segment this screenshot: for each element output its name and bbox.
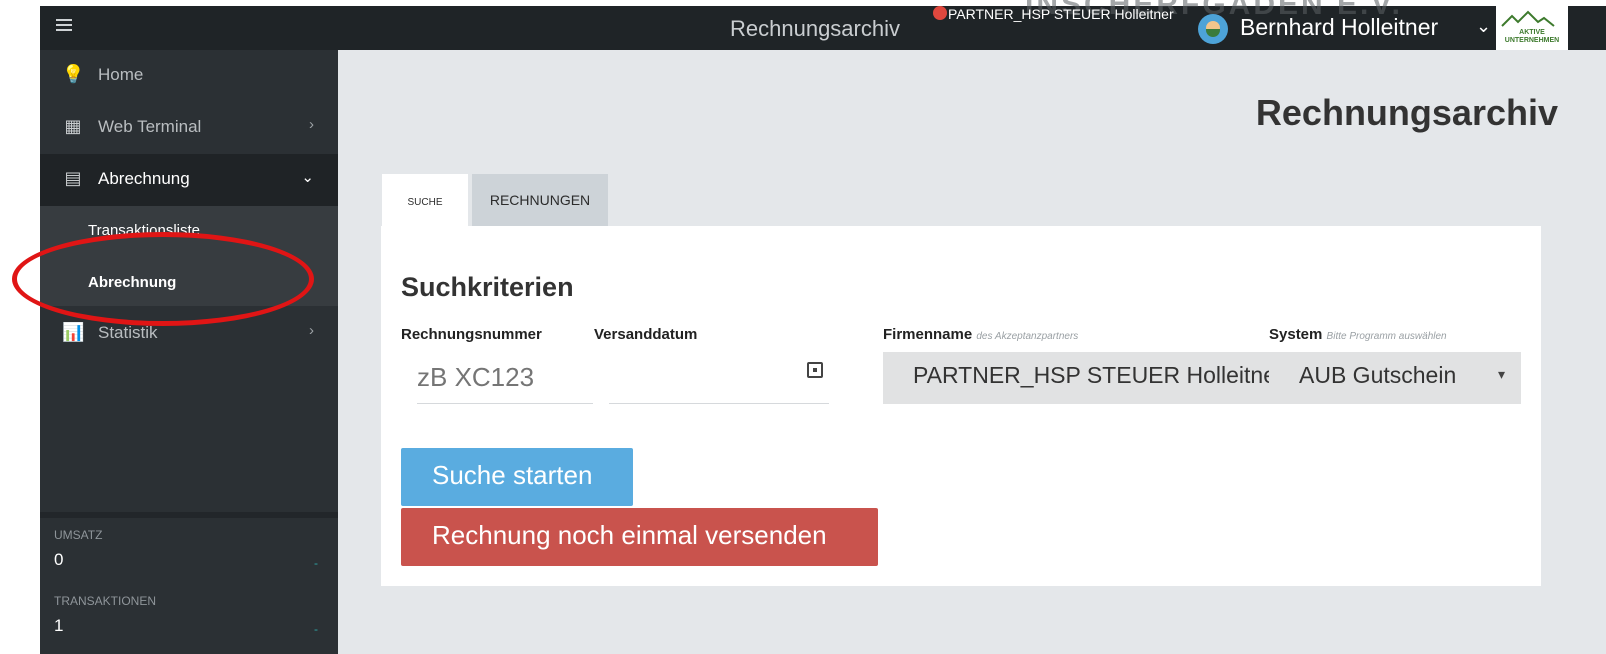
system-select[interactable]: AUB Gutschein ▾ [1269,352,1521,404]
stat-label-transaktionen: TRANSAKTIONEN [54,594,157,608]
sidebar-item-abrechnung[interactable]: ▤ Abrechnung ⌄ [40,154,338,206]
mountain-icon [1501,10,1555,27]
menu-toggle-icon[interactable] [56,19,72,33]
firmenname-label-text: Firmenname [883,326,973,343]
system-label-text: System [1269,326,1323,343]
versanddatum-label: Versanddatum [594,326,698,343]
search-button[interactable]: Suche starten [401,448,633,506]
avatar-beard-icon [1206,29,1220,37]
versanddatum-input[interactable] [609,352,829,404]
partner-name: PARTNER_HSP STEUER Holleitner [948,6,1174,22]
tab-label: RECHNUNGEN [489,192,591,208]
chevron-down-icon[interactable]: ⌄ [1476,16,1491,37]
chevron-down-icon: ⌄ [301,169,314,186]
sidebar-item-label: Abrechnung [98,169,190,188]
app-title: Rechnungsarchiv [730,16,900,41]
tab-label: SUCHE [407,192,443,208]
system-select-value: AUB Gutschein [1299,362,1457,388]
stat-trend-transaktionen: - [314,622,318,636]
section-title: Suchkriterien [401,272,574,302]
calendar-icon: ▦ [64,116,82,136]
rechnungsnummer-label: Rechnungsnummer [401,326,542,343]
avatar[interactable] [1198,14,1228,44]
main-content: Rechnungsarchiv SUCHE RECHNUNGEN Suchkri… [338,50,1606,654]
stat-value-transaktionen: 1 [54,616,64,635]
sidebar: 💡 Home ▦ Web Terminal › ▤ Abrechnung ⌄ T… [40,50,338,654]
document-icon: ▤ [64,168,82,188]
firmenname-field[interactable]: PARTNER_HSP STEUER Holleitner [883,352,1269,404]
lightbulb-icon: 💡 [62,64,85,84]
sidebar-item-web-terminal[interactable]: ▦ Web Terminal › [40,102,338,154]
top-bar: INSCHERFGADEN E.V. Rechnungsarchiv PARTN… [40,0,1606,50]
resend-invoice-button[interactable]: Rechnung noch einmal versenden [401,508,878,566]
sidebar-item-label: Statistik [98,323,158,342]
stat-label-umsatz: UMSATZ [54,528,103,542]
tab-suche[interactable]: SUCHE [382,174,468,226]
caret-down-icon: ▾ [1497,366,1505,382]
stat-value-umsatz: 0 [54,550,64,569]
rechnungsnummer-input[interactable] [417,352,593,404]
logo-line-1: AKTIVE [1519,29,1545,36]
bar-chart-icon: 📊 [62,322,85,342]
chevron-right-icon: › [309,116,314,133]
sidebar-item-home[interactable]: 💡 Home [40,50,338,102]
system-hint: Bitte Programm auswählen [1326,331,1447,342]
logo-line-2: UNTERNEHMEN [1504,37,1560,44]
sidebar-item-label: Home [98,65,144,84]
user-menu-name[interactable]: Bernhard Holleitner [1240,14,1438,41]
sidebar-item-label: Web Terminal [98,117,202,136]
system-label: System Bitte Programm auswählen [1269,326,1447,343]
sidebar-stats: UMSATZ 0 - TRANSAKTIONEN 1 - [40,512,338,654]
partner-marker-icon [933,6,947,20]
highlight-ellipse [12,232,314,326]
stat-trend-umsatz: - [314,556,318,570]
search-card: Suchkriterien Rechnungsnummer Versanddat… [381,226,1541,586]
calendar-icon[interactable] [807,362,823,378]
firmenname-hint: des Akzeptanzpartners [976,331,1079,342]
brand-logo: AKTIVE UNTERNEHMEN [1496,6,1568,50]
page-title: Rechnungsarchiv [1255,92,1558,133]
firmenname-label: Firmenname des Akzeptanzpartners [883,326,1078,343]
chevron-right-icon: › [309,322,314,339]
tab-rechnungen[interactable]: RECHNUNGEN [472,174,608,226]
